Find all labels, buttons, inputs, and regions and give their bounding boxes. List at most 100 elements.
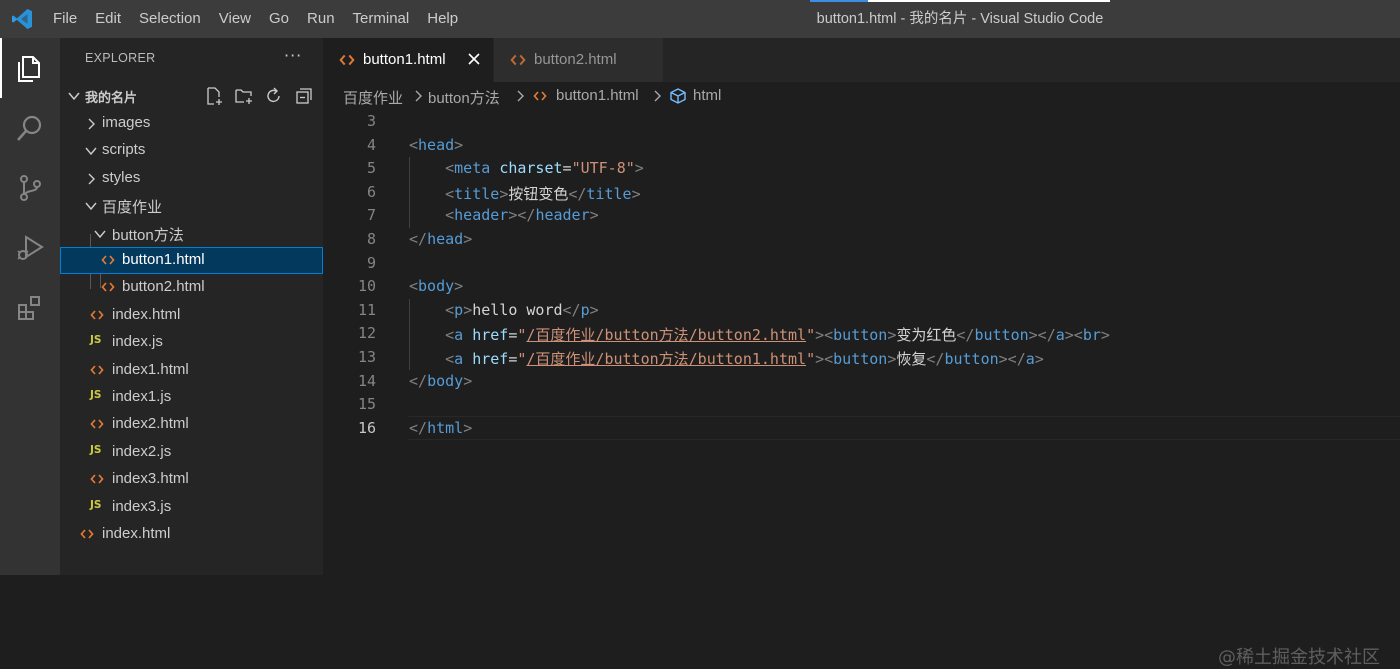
code-line: 3 xyxy=(323,110,1400,134)
chevron-right-icon xyxy=(517,90,524,102)
tree-item-label: index2.html xyxy=(112,415,189,433)
tree-item-label: styles xyxy=(102,168,141,186)
code-line: 13 <a href="/百度作业/button方法/button1.html"… xyxy=(323,346,1400,370)
line-number: 13 xyxy=(357,348,376,366)
menu-edit[interactable]: Edit xyxy=(86,0,130,38)
tree-item-label: index.html xyxy=(102,525,171,542)
html-file-icon xyxy=(510,54,526,66)
workspace-folder-header[interactable]: 我的名片 xyxy=(60,82,323,109)
line-number: 7 xyxy=(366,206,376,225)
html-file-icon xyxy=(80,529,94,539)
tree-item-label: index2.js xyxy=(112,442,172,460)
tree-file-index1-html[interactable]: index1.html xyxy=(60,357,323,384)
tree-folder-scripts[interactable]: scripts xyxy=(60,137,323,164)
line-number: 4 xyxy=(366,135,376,154)
tree-file-root-index-html[interactable]: index.html xyxy=(60,521,323,548)
code-line: 15 xyxy=(323,393,1400,417)
menu-help[interactable]: Help xyxy=(418,0,467,38)
tree-file-button2-html[interactable]: button2.html xyxy=(60,274,323,301)
search-icon[interactable] xyxy=(0,98,60,158)
tree-item-label: index.js xyxy=(112,333,163,351)
code-line: 8 </head> xyxy=(323,228,1400,252)
chevron-down-icon xyxy=(85,202,97,211)
source-control-icon[interactable] xyxy=(0,158,60,218)
line-number: 10 xyxy=(357,277,376,296)
code-line: 12 <a href="/百度作业/button方法/button2.html"… xyxy=(323,322,1400,346)
code-line: 14 </body> xyxy=(323,370,1400,394)
title-bar: File Edit Selection View Go Run Terminal… xyxy=(0,0,1400,38)
chevron-down-icon xyxy=(94,230,106,238)
explorer-header: EXPLORER ··· xyxy=(60,38,323,82)
new-folder-icon[interactable] xyxy=(234,86,254,106)
html-file-icon xyxy=(101,282,115,292)
html-file-icon xyxy=(339,54,355,66)
code-line: 4 <head> xyxy=(323,134,1400,158)
menu-run[interactable]: Run xyxy=(298,0,344,38)
chevron-right-icon xyxy=(654,90,661,102)
tree-folder-button-methods[interactable]: button方法 xyxy=(60,220,323,247)
breadcrumb-item[interactable]: html xyxy=(693,87,721,104)
extensions-icon[interactable] xyxy=(0,278,60,338)
js-file-icon: JS xyxy=(90,334,102,347)
activity-bar xyxy=(0,38,60,575)
new-file-icon[interactable] xyxy=(204,86,224,106)
refresh-icon[interactable] xyxy=(264,86,284,106)
tree-file-index2-html[interactable]: index2.html xyxy=(60,411,323,438)
tree-file-index-html[interactable]: index.html xyxy=(60,302,323,329)
menu-terminal[interactable]: Terminal xyxy=(344,0,419,38)
line-number: 16 xyxy=(357,418,376,437)
tree-file-index2-js[interactable]: JS index2.js xyxy=(60,439,323,466)
explorer-icon[interactable] xyxy=(0,38,60,98)
tree-file-index-js[interactable]: JS index.js xyxy=(60,329,323,356)
breadcrumb-item[interactable]: button方法 xyxy=(428,87,500,108)
tree-file-index1-js[interactable]: JS index1.js xyxy=(60,384,323,411)
code-line: 10 <body> xyxy=(323,275,1400,299)
breadcrumb-item[interactable]: button1.html xyxy=(556,87,639,104)
watermark: @稀土掘金技术社区 xyxy=(1218,647,1380,668)
chevron-right-icon xyxy=(415,90,422,102)
collapse-all-icon[interactable] xyxy=(294,86,314,106)
breadcrumb-item[interactable]: 百度作业 xyxy=(343,87,403,108)
more-actions-button[interactable]: ··· xyxy=(284,46,302,65)
tab-button2-html[interactable]: button2.html xyxy=(493,38,663,82)
code-line: 16 </html> xyxy=(323,417,1400,441)
tree-file-button1-html[interactable]: button1.html xyxy=(60,247,323,275)
line-code: <a href="/百度作业/button方法/button2.html"><b… xyxy=(445,326,1110,345)
tree-item-label: index1.js xyxy=(112,388,172,405)
js-file-icon: JS xyxy=(90,389,102,401)
line-number: 6 xyxy=(366,182,376,201)
tab-button1-html[interactable]: button1.html xyxy=(323,38,493,82)
code-line: 6 <title>按钮变色</title> xyxy=(323,181,1400,205)
html-file-icon xyxy=(90,419,104,429)
tree-item-label: index3.html xyxy=(112,470,189,488)
code-line: 9 xyxy=(323,252,1400,276)
tree-folder-images[interactable]: images xyxy=(60,110,323,137)
tree-item-label: button1.html xyxy=(122,251,205,268)
menu-go[interactable]: Go xyxy=(260,0,298,38)
html-file-icon xyxy=(90,365,104,375)
window-title: button1.html - 我的名片 - Visual Studio Code xyxy=(816,11,1104,27)
line-code: <head> xyxy=(409,135,464,154)
tab-label: button2.html xyxy=(534,51,617,68)
tree-folder-styles[interactable]: styles xyxy=(60,165,323,192)
vscode-icon[interactable] xyxy=(10,7,34,31)
line-code: </body> xyxy=(409,371,473,390)
workspace-folder-name: 我的名片 xyxy=(85,91,138,106)
tree-file-index3-html[interactable]: index3.html xyxy=(60,466,323,493)
tree-folder-baidu-homework[interactable]: 百度作业 xyxy=(60,192,323,219)
explorer-title: EXPLORER xyxy=(85,51,156,65)
code-editor[interactable]: 3 4 <head> 5 <meta charset="UTF-8"> 6 <t… xyxy=(323,110,1400,668)
active-indicator xyxy=(0,38,2,98)
tree-item-label: button2.html xyxy=(122,278,205,296)
run-debug-icon[interactable] xyxy=(0,218,60,278)
line-code: <title>按钮变色</title> xyxy=(445,184,641,203)
tree-item-label: button方法 xyxy=(112,226,184,244)
menu-file[interactable]: File xyxy=(44,0,86,38)
close-icon[interactable] xyxy=(466,51,482,67)
html-file-icon xyxy=(101,255,115,265)
menu-selection[interactable]: Selection xyxy=(130,0,210,38)
code-line: 7 <header></header> xyxy=(323,204,1400,228)
explorer-sidebar: EXPLORER ··· 我的名片 images scripts styles xyxy=(60,38,323,575)
tree-file-index3-js[interactable]: JS index3.js xyxy=(60,494,323,521)
menu-view[interactable]: View xyxy=(210,0,260,38)
